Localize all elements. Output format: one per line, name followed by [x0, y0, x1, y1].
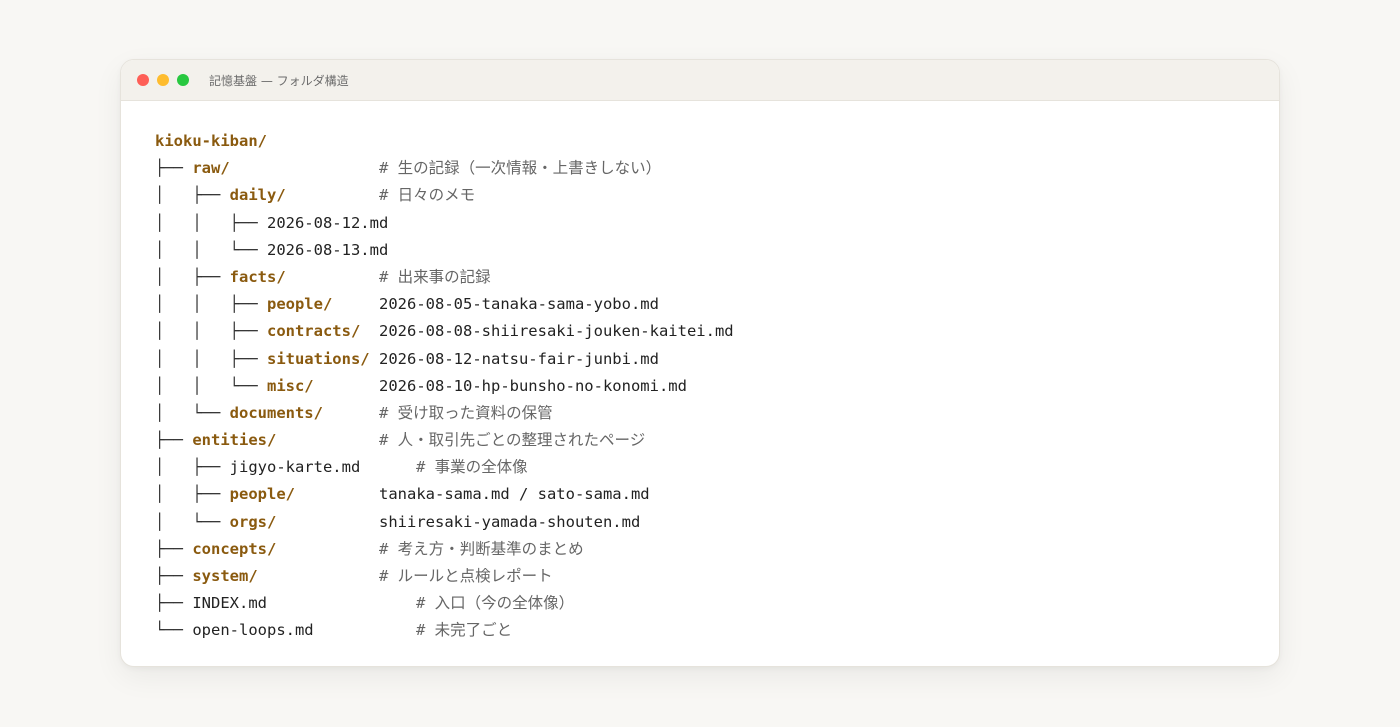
- example-file-name[interactable]: 2026-08-12-natsu-fair-junbi.md: [379, 346, 659, 373]
- folder-name[interactable]: misc/: [267, 377, 314, 395]
- file-name[interactable]: INDEX.md: [192, 594, 267, 612]
- tree-comment: # 日々のメモ: [379, 186, 476, 205]
- folder-name[interactable]: daily/: [230, 186, 286, 204]
- zoom-button[interactable]: [177, 74, 189, 86]
- folder-structure-window: 記憶基盤 — フォルダ構造 kioku-kiban/ ├── raw/ # 生の記録…: [120, 59, 1280, 667]
- tree-comment: # 出来事の記録: [379, 267, 491, 286]
- file-name[interactable]: 2026-08-13.md: [267, 241, 388, 259]
- tree-comment: # ルールと点検レポート: [379, 567, 553, 585]
- folder-name[interactable]: documents/: [230, 404, 323, 422]
- tree-branch-lines: │ │ ├──: [155, 349, 267, 368]
- folder-name[interactable]: contracts/: [267, 322, 360, 340]
- window-titlebar: 記憶基盤 — フォルダ構造: [121, 60, 1279, 101]
- example-file-name[interactable]: 2026-08-05-tanaka-sama-yobo.md: [379, 291, 659, 318]
- tree-row-folder[interactable]: ├── concepts/ # 考え方・判断基準のまとめ: [155, 536, 584, 563]
- tree-branch-lines: ├──: [155, 539, 193, 558]
- tree-branch-lines: │ ├──: [155, 267, 230, 286]
- tree-comment: # 事業の全体像: [416, 458, 528, 477]
- tree-comment: # 受け取った資料の保管: [379, 403, 553, 422]
- tree-comment: # 人・取引先ごとの整理されたページ: [379, 431, 646, 450]
- example-file-name[interactable]: tanaka-sama.md / sato-sama.md: [379, 481, 650, 508]
- example-file-name[interactable]: 2026-08-08-shiiresaki-jouken-kaitei.md: [379, 318, 734, 345]
- tree-branch-lines: ├──: [155, 159, 193, 178]
- example-file-name[interactable]: shiiresaki-yamada-shouten.md: [379, 509, 640, 536]
- folder-name[interactable]: concepts/: [192, 540, 276, 558]
- file-name[interactable]: 2026-08-12.md: [267, 214, 388, 232]
- close-button[interactable]: [137, 74, 149, 86]
- tree-row-folder[interactable]: kioku-kiban/: [155, 128, 388, 155]
- tree-row-folder[interactable]: │ ├── daily/ # 日々のメモ: [155, 182, 475, 209]
- tree-comment: # 未完了ごと: [416, 621, 513, 640]
- tree-branch-lines: └──: [155, 621, 193, 640]
- tree-row-file[interactable]: ├── INDEX.md # 入口（今の全体像）: [155, 590, 574, 617]
- tree-row-folder[interactable]: ├── system/ # ルールと点検レポート: [155, 563, 553, 590]
- folder-name[interactable]: facts/: [230, 268, 286, 286]
- tree-row-folder[interactable]: │ └── orgs/shiiresaki-yamada-shouten.md: [155, 509, 640, 536]
- folder-name[interactable]: kioku-kiban/: [155, 132, 267, 150]
- tree-branch-lines: │ │ └──: [155, 376, 267, 395]
- tree-branch-lines: │ ├──: [155, 186, 230, 205]
- tree-comment: # 生の記録（一次情報・上書きしない）: [379, 159, 662, 178]
- tree-branch-lines: ├──: [155, 594, 193, 613]
- tree-row-folder[interactable]: │ │ ├── contracts/2026-08-08-shiiresaki-…: [155, 318, 734, 345]
- tree-row-folder[interactable]: │ ├── people/tanaka-sama.md / sato-sama.…: [155, 481, 650, 508]
- tree-row-folder[interactable]: ├── entities/ # 人・取引先ごとの整理されたページ: [155, 427, 645, 454]
- tree-comment: # 考え方・判断基準のまとめ: [379, 539, 584, 558]
- tree-row-folder[interactable]: │ └── documents/ # 受け取った資料の保管: [155, 400, 553, 427]
- tree-branch-lines: │ │ ├──: [155, 295, 267, 314]
- tree-branch-lines: │ │ ├──: [155, 213, 267, 232]
- tree-row-folder[interactable]: │ │ └── misc/2026-08-10-hp-bunsho-no-kon…: [155, 373, 687, 400]
- folder-name[interactable]: orgs/: [230, 513, 277, 531]
- tree-comment: # 入口（今の全体像）: [416, 594, 575, 613]
- folder-name[interactable]: situations/: [267, 350, 370, 368]
- tree-row-folder[interactable]: │ ├── facts/ # 出来事の記録: [155, 264, 491, 291]
- tree-branch-lines: │ │ ├──: [155, 322, 267, 341]
- file-name[interactable]: jigyo-karte.md: [230, 458, 361, 476]
- folder-name[interactable]: system/: [192, 567, 257, 585]
- folder-name[interactable]: people/: [230, 485, 295, 503]
- folder-name[interactable]: raw/: [192, 159, 229, 177]
- tree-branch-lines: │ ├──: [155, 485, 230, 504]
- tree-branch-lines: ├──: [155, 431, 193, 450]
- tree-row-file[interactable]: │ ├── jigyo-karte.md # 事業の全体像: [155, 454, 528, 481]
- tree-branch-lines: │ └──: [155, 403, 230, 422]
- folder-name[interactable]: people/: [267, 295, 332, 313]
- folder-name[interactable]: entities/: [192, 431, 276, 449]
- tree-branch-lines: │ └──: [155, 512, 230, 531]
- tree-row-file[interactable]: └── open-loops.md # 未完了ごと: [155, 617, 512, 644]
- folder-tree: kioku-kiban/ ├── raw/ # 生の記録（一次情報・上書きしない） │…: [155, 128, 734, 645]
- tree-branch-lines: │ │ └──: [155, 240, 267, 259]
- tree-row-folder[interactable]: │ │ ├── situations/2026-08-12-natsu-fair…: [155, 346, 659, 373]
- window-title: 記憶基盤 — フォルダ構造: [209, 73, 349, 88]
- tree-row-file[interactable]: │ │ └── 2026-08-13.md: [155, 237, 388, 264]
- example-file-name[interactable]: 2026-08-10-hp-bunsho-no-konomi.md: [379, 373, 687, 400]
- tree-branch-lines: ├──: [155, 567, 193, 585]
- file-name[interactable]: open-loops.md: [192, 621, 313, 639]
- tree-row-folder[interactable]: │ │ ├── people/2026-08-05-tanaka-sama-yo…: [155, 291, 659, 318]
- tree-branch-lines: │ ├──: [155, 458, 230, 477]
- tree-row-folder[interactable]: ├── raw/ # 生の記録（一次情報・上書きしない）: [155, 155, 661, 182]
- minimize-button[interactable]: [157, 74, 169, 86]
- tree-row-file[interactable]: │ │ ├── 2026-08-12.md: [155, 210, 388, 237]
